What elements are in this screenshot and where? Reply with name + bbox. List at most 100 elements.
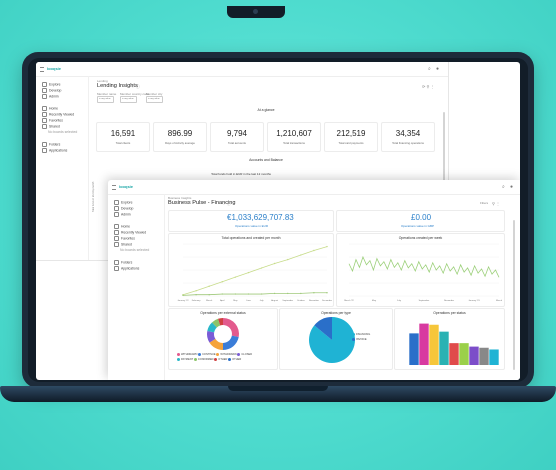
legend-item: CONTINUE	[198, 353, 216, 356]
legend-label: CLOSED	[241, 353, 253, 357]
kpi-label: Total accounts	[228, 141, 246, 145]
star-icon	[42, 118, 47, 123]
legend-label: FINANCING	[356, 333, 371, 337]
sidebar-item-develop[interactable]: Develop	[42, 88, 61, 93]
sidebar: Explore Develop Admin Home Recently View…	[36, 76, 89, 260]
sidebar-item-favorites[interactable]: Favorites	[114, 236, 135, 241]
scrollbar[interactable]	[513, 220, 515, 370]
scrollbar[interactable]	[443, 112, 445, 182]
kpi-card: 212,519 Total card payments	[324, 122, 378, 152]
folder-icon	[42, 142, 47, 147]
series-line	[348, 255, 500, 278]
x-tick-label: August	[271, 299, 278, 302]
sidebar-item-label: Home	[49, 106, 59, 111]
menu-icon[interactable]	[40, 67, 44, 72]
x-tick-label: November	[309, 299, 319, 302]
kpi-card: 1,210,607 Total transactions	[267, 122, 321, 152]
x-tick-label: January '22	[177, 299, 189, 302]
board-icon	[42, 124, 47, 129]
sidebar-item-applications[interactable]: Applications	[42, 148, 67, 153]
sidebar-item-home[interactable]: Home	[42, 106, 58, 111]
legend-swatch	[237, 353, 241, 356]
sidebar-item-develop[interactable]: Develop	[114, 206, 133, 211]
sidebar-item-label: Recently Viewed	[49, 112, 75, 117]
legend-swatch	[228, 358, 232, 361]
sidebar-item-folders[interactable]: Folders	[114, 260, 132, 265]
sidebar-item-favorites[interactable]: Favorites	[42, 118, 63, 123]
bar	[489, 349, 499, 365]
kpi-value: 896.99	[167, 129, 193, 138]
data-point	[195, 294, 197, 296]
legend-item: FINANCING	[352, 333, 370, 336]
sidebar-item-label: Favorites	[49, 118, 63, 123]
clock-icon	[42, 112, 47, 117]
chart-pie	[309, 317, 355, 363]
business-pulse-window: looqsie ⌕ ● Explore Develop Admin Home R…	[108, 180, 520, 380]
chart-monthly-line: January '22 February March April May June July…	[177, 243, 332, 302]
sidebar-item-label: Develop	[121, 206, 134, 211]
sidebar-item-label: Folders	[121, 260, 133, 265]
x-tick-label: April	[220, 299, 225, 302]
kpi-value: 16,591	[110, 129, 136, 138]
x-tick-label: July	[397, 300, 402, 302]
bar	[459, 343, 469, 365]
value-eur: €1,033,629,707.83	[227, 213, 294, 222]
data-point	[182, 294, 184, 297]
legend-item: PAYMENT	[177, 358, 193, 361]
chart-weekly-line: March '22 May July September November January…	[344, 243, 503, 302]
grid-icon	[114, 266, 119, 271]
legend-swatch	[193, 358, 197, 361]
sidebar-item-shared[interactable]: Shared	[114, 242, 132, 247]
menu-icon[interactable]	[112, 185, 116, 190]
dashboard-actions-icon[interactable]: ⟳ ⚲ ⋮	[422, 84, 435, 89]
legend-label: CONTINUE	[202, 353, 216, 357]
brand-logo: looqsie	[119, 184, 134, 189]
data-point	[221, 293, 223, 295]
compass-icon	[42, 82, 47, 87]
filter-member-city[interactable]: is any value	[146, 96, 163, 103]
bar	[409, 333, 419, 365]
sidebar: Explore Develop Admin Home Recently View…	[108, 194, 165, 380]
search-icon[interactable]: ⌕	[428, 66, 431, 72]
chart-title: Total funds hold in EUR in the last 12 m…	[211, 172, 271, 176]
avatar[interactable]: ●	[510, 184, 513, 190]
sidebar-item-home[interactable]: Home	[114, 224, 130, 229]
filter-member-name[interactable]: is any value	[97, 96, 114, 103]
filters-toggle[interactable]: Filters	[480, 201, 488, 205]
gear-icon	[42, 94, 47, 99]
avatar[interactable]: ●	[436, 66, 439, 72]
pie-slice	[223, 318, 239, 337]
favorite-icon[interactable]: ♡ ⓘ	[131, 84, 140, 90]
kpi-label: Total transactions	[283, 141, 305, 145]
sidebar-item-admin[interactable]: Admin	[42, 94, 59, 99]
sidebar-item-explore[interactable]: Explore	[42, 82, 61, 87]
sidebar-item-label: Applications	[121, 266, 140, 271]
data-point	[326, 292, 328, 294]
favorite-icon[interactable]: ♡ ⓘ	[222, 201, 231, 207]
sidebar-item-explore[interactable]: Explore	[114, 200, 133, 205]
sidebar-item-shared[interactable]: Shared	[42, 124, 60, 129]
no-boards-text: No boards selected	[120, 248, 150, 252]
data-point	[273, 262, 276, 265]
sidebar-item-applications[interactable]: Applications	[114, 266, 139, 271]
sidebar-item-recent[interactable]: Recently Viewed	[114, 230, 146, 235]
filter-member-country[interactable]: is any value	[120, 96, 137, 103]
camera	[253, 9, 258, 14]
sidebar-item-label: Shared	[121, 242, 132, 247]
legend-swatch	[352, 333, 355, 336]
sidebar-item-folders[interactable]: Folders	[42, 142, 60, 147]
x-tick-label: May	[233, 300, 238, 302]
legend-label: WITHDRAWN	[220, 353, 237, 357]
sidebar-item-label: Admin	[49, 94, 59, 99]
sidebar-item-recent[interactable]: Recently Viewed	[42, 112, 74, 117]
legend-label: CONFIRMED	[197, 358, 214, 362]
sidebar-item-admin[interactable]: Admin	[114, 212, 131, 217]
data-point	[247, 271, 250, 274]
data-point	[195, 290, 197, 292]
x-tick-label: March	[206, 299, 213, 302]
top-bar: looqsie ⌕ ●	[108, 180, 520, 195]
search-icon[interactable]: ⌕	[502, 184, 505, 190]
x-tick-label: December	[322, 299, 332, 302]
chart-card-monthly: Total operations and created per month J…	[168, 233, 334, 307]
dashboard-actions-icon[interactable]: ⚲ ⋮	[492, 201, 500, 206]
